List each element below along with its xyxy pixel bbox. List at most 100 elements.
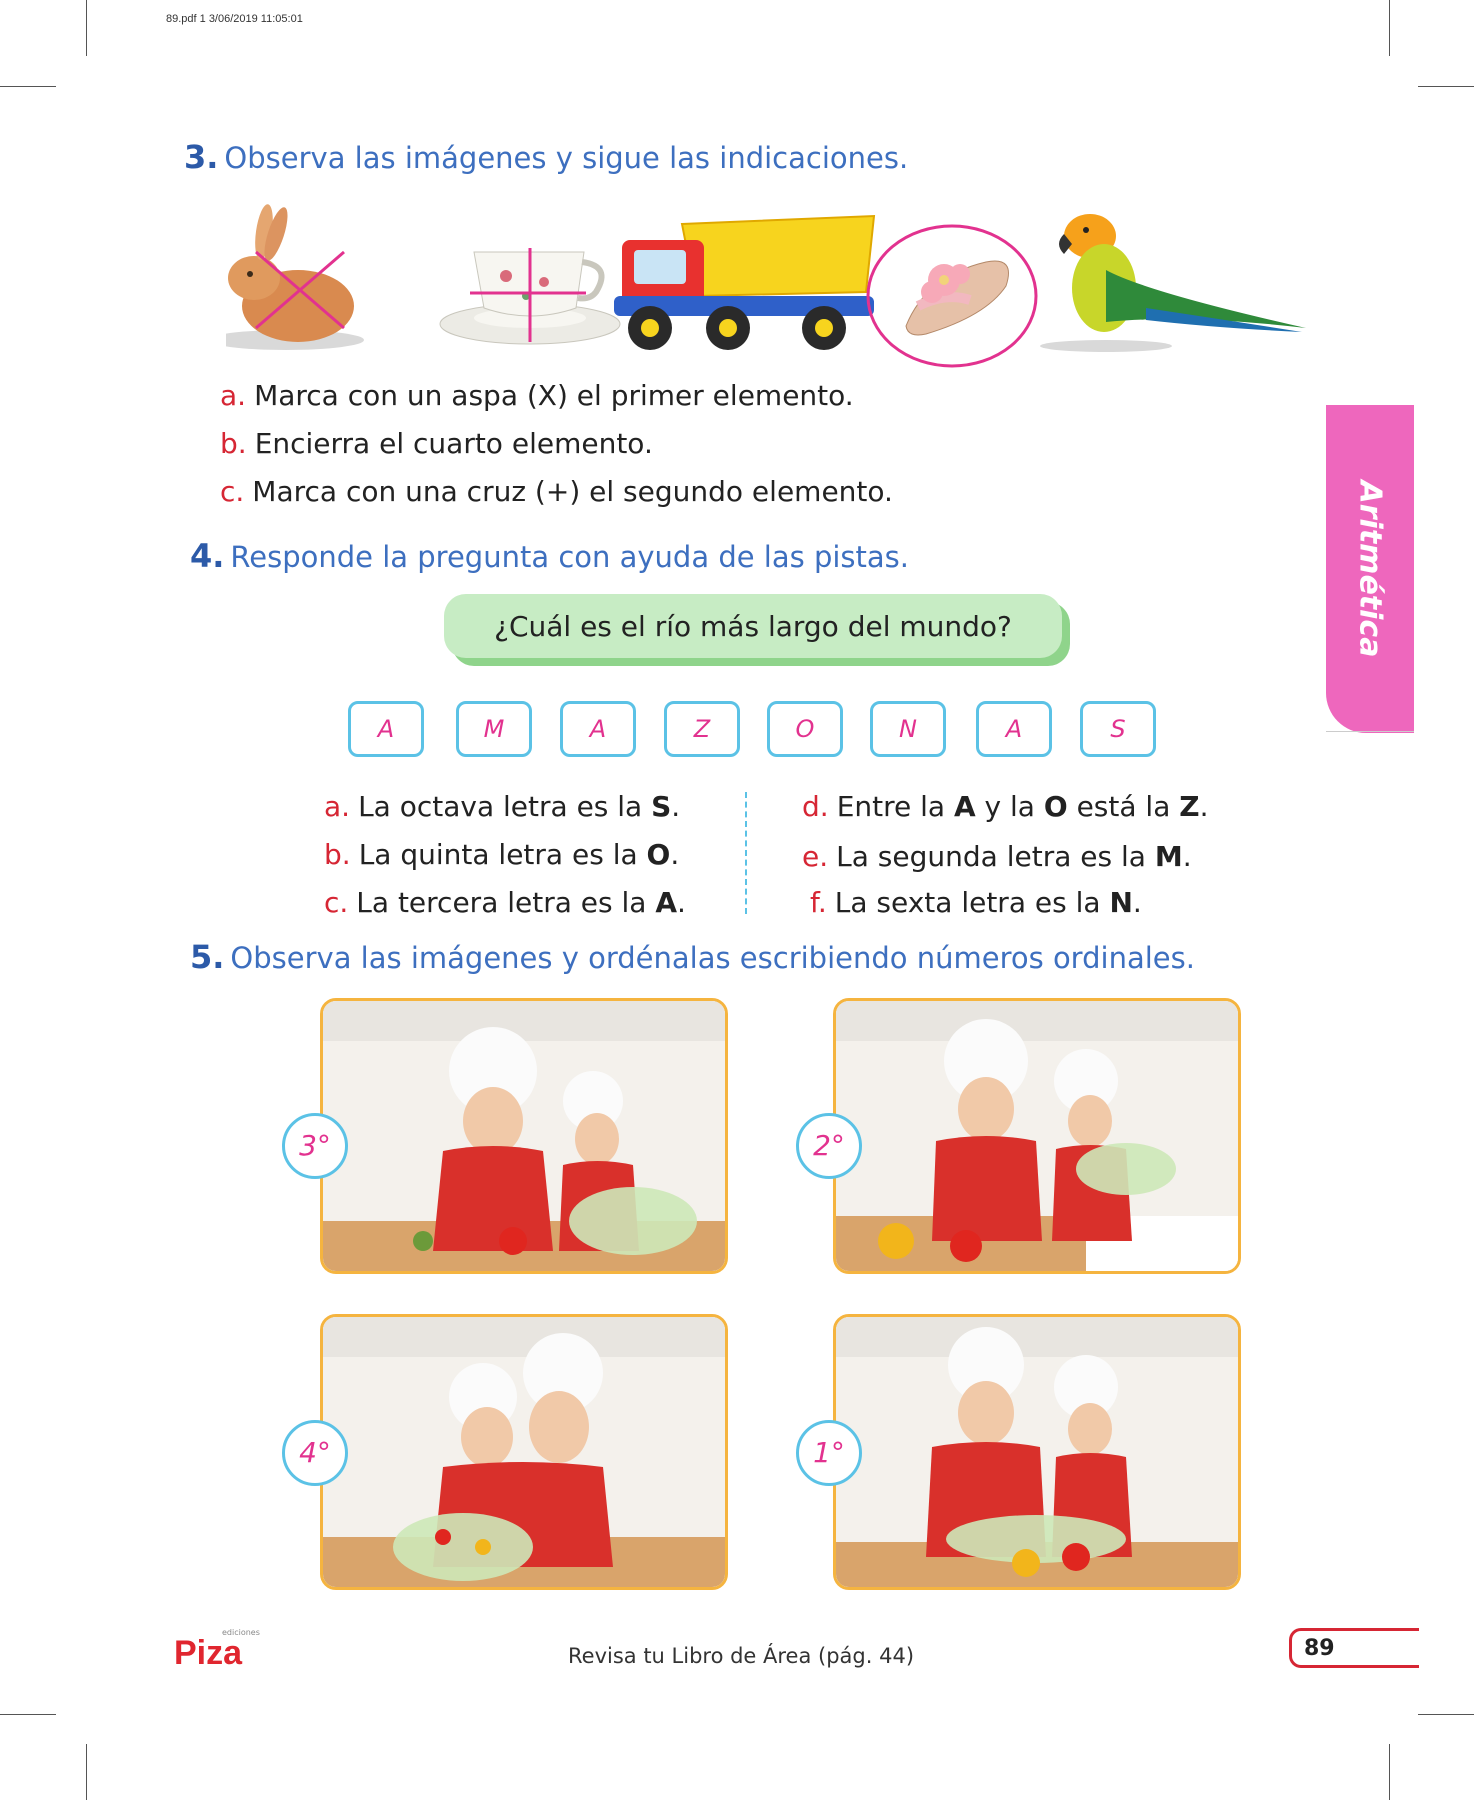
item-letter: b. bbox=[220, 427, 247, 460]
instruction-text: Marca con una cruz (+) el segundo elemen… bbox=[252, 475, 893, 508]
sandal-image bbox=[866, 224, 1038, 368]
item-letter: d. bbox=[802, 790, 829, 823]
question-3-title: 3. Observa las imágenes y sigue las indic… bbox=[184, 138, 908, 176]
clue-text: . bbox=[1199, 790, 1209, 823]
clue-text: La quinta letra es la bbox=[358, 838, 647, 871]
instruction-text: Encierra el cuarto elemento. bbox=[254, 427, 653, 460]
instruction-text: Marca con un aspa (X) el primer elemento… bbox=[254, 379, 854, 412]
crop-mark bbox=[0, 1714, 56, 1715]
publisher-logo: ediciones Piza bbox=[174, 1628, 270, 1672]
clue-text: La sexta letra es la bbox=[834, 886, 1110, 919]
clue-a: a. La octava letra es la S. bbox=[324, 790, 680, 823]
clue-text: La octava letra es la bbox=[358, 790, 652, 823]
letter: O bbox=[795, 715, 815, 743]
kitchen-photo bbox=[833, 998, 1241, 1274]
logo-text: Piza bbox=[174, 1634, 243, 1672]
clue-answer: A bbox=[655, 886, 678, 919]
item-letter: a. bbox=[220, 379, 247, 412]
parrot-image bbox=[1040, 214, 1306, 352]
cooking-scene-image bbox=[836, 1317, 1238, 1587]
crop-mark bbox=[86, 0, 87, 56]
crop-mark bbox=[1418, 1714, 1474, 1715]
item-letter: c. bbox=[220, 475, 245, 508]
ordinal-label: 2° bbox=[813, 1129, 845, 1162]
clue-answer: M bbox=[1154, 840, 1183, 873]
rabbit-image bbox=[226, 204, 364, 350]
clue-text: . bbox=[677, 886, 686, 919]
letter-box[interactable]: O bbox=[767, 701, 843, 757]
question-bubble: ¿Cuál es el río más largo del mundo? bbox=[444, 594, 1062, 658]
question-number: 4. bbox=[190, 537, 225, 575]
clue-text: . bbox=[670, 838, 680, 871]
crop-mark bbox=[1418, 86, 1474, 87]
clue-text: está la bbox=[1067, 790, 1180, 823]
crop-mark bbox=[86, 1744, 87, 1800]
instruction-b: b. Encierra el cuarto elemento. bbox=[220, 427, 653, 460]
question-text: Responde la pregunta con ayuda de las pi… bbox=[230, 540, 909, 574]
ordinal-label: 1° bbox=[813, 1436, 845, 1469]
letter: A bbox=[589, 715, 607, 743]
question-text: Observa las imágenes y sigue las indicac… bbox=[224, 141, 909, 175]
letter-box[interactable]: A bbox=[348, 701, 424, 757]
clue-b: b. La quinta letra es la O. bbox=[324, 838, 679, 871]
question-text: Observa las imágenes y ordénalas escribi… bbox=[230, 941, 1195, 975]
item-letter: b. bbox=[324, 838, 351, 871]
clue-text: La segunda letra es la bbox=[836, 840, 1155, 873]
ordinal-circle[interactable]: 2° bbox=[796, 1113, 862, 1179]
clue-text: y la bbox=[975, 790, 1044, 823]
item-letter: c. bbox=[324, 886, 349, 919]
ordinal-label: 4° bbox=[299, 1436, 331, 1469]
page-number: 89 bbox=[1289, 1628, 1419, 1668]
ordinal-circle[interactable]: 1° bbox=[796, 1420, 862, 1486]
kitchen-photo bbox=[320, 998, 728, 1274]
side-tab: Aritmética bbox=[1326, 405, 1414, 733]
clue-answer: N bbox=[1109, 886, 1133, 919]
item-letter: e. bbox=[802, 840, 829, 873]
letter: M bbox=[483, 715, 505, 743]
clue-f: f. La sexta letra es la N. bbox=[810, 886, 1142, 919]
clue-answer: O bbox=[1043, 790, 1068, 823]
clue-answer: O bbox=[646, 838, 671, 871]
letter-box[interactable]: Z bbox=[664, 701, 740, 757]
teacup-image bbox=[439, 248, 621, 345]
crop-mark bbox=[1389, 1744, 1390, 1800]
letter-box[interactable]: M bbox=[456, 701, 532, 757]
letter: A bbox=[377, 715, 395, 743]
letter: N bbox=[899, 715, 917, 743]
ordinal-label: 3° bbox=[299, 1129, 331, 1162]
clue-e: e. La segunda letra es la M. bbox=[802, 840, 1192, 873]
divider bbox=[1326, 731, 1414, 732]
footer-note: Revisa tu Libro de Área (pág. 44) bbox=[568, 1644, 915, 1668]
question-number: 5. bbox=[190, 938, 225, 976]
clue-d: d. Entre la A y la O está la Z. bbox=[802, 790, 1208, 823]
kitchen-photo bbox=[833, 1314, 1241, 1590]
ordinal-circle[interactable]: 3° bbox=[282, 1113, 348, 1179]
divider bbox=[745, 792, 747, 914]
images-row bbox=[226, 204, 1306, 368]
clue-text: Entre la bbox=[836, 790, 954, 823]
instruction-c: c. Marca con una cruz (+) el segundo elem… bbox=[220, 475, 893, 508]
question-5-title: 5. Observa las imágenes y ordénalas escri… bbox=[190, 938, 1195, 976]
clue-text: . bbox=[671, 790, 681, 823]
cooking-scene-image bbox=[323, 1001, 725, 1271]
item-letter: f. bbox=[810, 886, 827, 919]
toy-truck-image bbox=[614, 214, 876, 350]
question-number: 3. bbox=[184, 138, 219, 176]
clue-text: . bbox=[1182, 840, 1192, 873]
letter-box[interactable]: A bbox=[976, 701, 1052, 757]
clue-text: La tercera letra es la bbox=[356, 886, 656, 919]
letter-box[interactable]: N bbox=[870, 701, 946, 757]
instruction-a: a. Marca con un aspa (X) el primer elemen… bbox=[220, 379, 854, 412]
letter: S bbox=[1110, 715, 1126, 743]
letter-box[interactable]: S bbox=[1080, 701, 1156, 757]
question-bubble-text: ¿Cuál es el río más largo del mundo? bbox=[494, 610, 1012, 643]
cooking-scene-image bbox=[836, 1001, 1238, 1271]
side-tab-label: Aritmética bbox=[1352, 480, 1388, 658]
kitchen-photo bbox=[320, 1314, 728, 1590]
page-number-text: 89 bbox=[1304, 1636, 1335, 1661]
print-info: 89.pdf 1 3/06/2019 11:05:01 bbox=[166, 13, 303, 25]
letter: Z bbox=[693, 715, 711, 743]
letter-box[interactable]: A bbox=[560, 701, 636, 757]
clue-answer: Z bbox=[1179, 790, 1200, 823]
ordinal-circle[interactable]: 4° bbox=[282, 1420, 348, 1486]
